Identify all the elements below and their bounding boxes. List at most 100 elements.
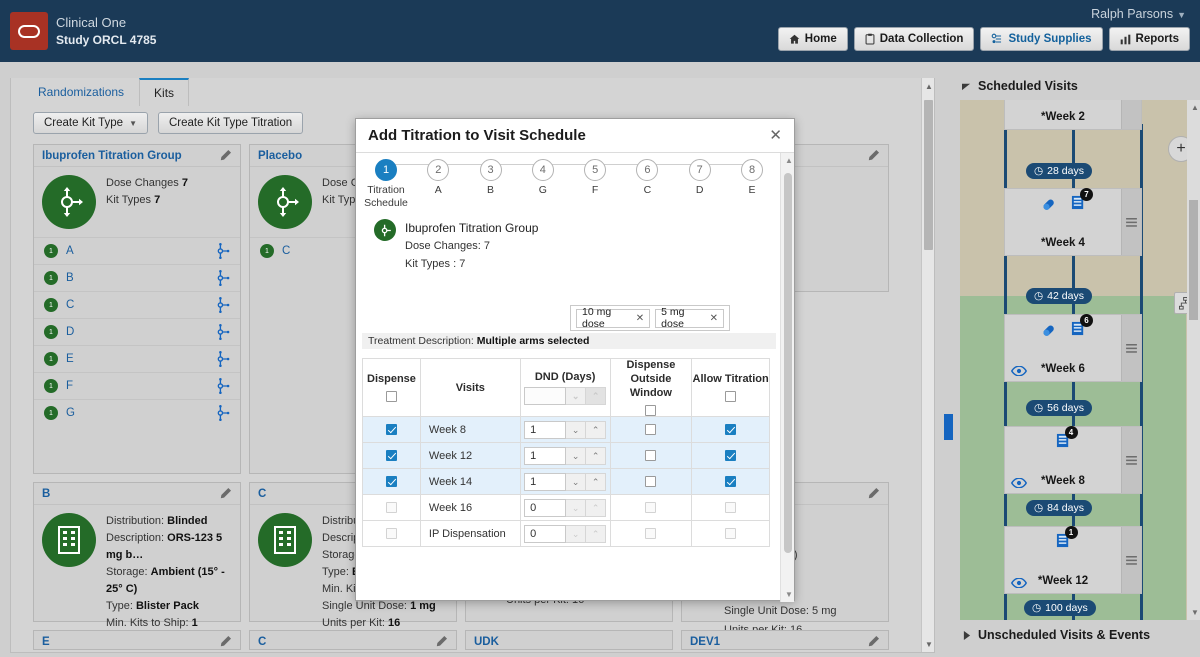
dnd-increment-icon[interactable]: ⌃	[586, 524, 607, 543]
wizard-step-7[interactable]: 7D	[674, 159, 726, 197]
nav-home-button[interactable]: Home	[777, 27, 848, 51]
collapse-triangle-icon[interactable]	[962, 82, 971, 91]
dnd-stepper[interactable]: 0 ⌄ ⌃	[521, 498, 610, 517]
card-kit-b[interactable]: B Distribution: Blinded Description: ORS-…	[33, 482, 241, 652]
edit-pencil-icon[interactable]	[219, 635, 232, 648]
visit-node-week-2[interactable]: *Week 2	[1004, 100, 1142, 130]
dose-chip[interactable]: 5 mg dose ✕	[655, 306, 724, 330]
wizard-step-6[interactable]: 6C	[621, 159, 673, 197]
wizard-step-3[interactable]: 3B	[465, 159, 517, 197]
wizard-step-1[interactable]: 1 Titration Schedule	[360, 159, 412, 209]
nav-reports-button[interactable]: Reports	[1108, 27, 1190, 51]
allow-titration-checkbox[interactable]	[725, 476, 737, 488]
remove-chip-icon[interactable]: ✕	[636, 313, 644, 324]
dnd-decrement-icon[interactable]: ⌄	[566, 420, 587, 439]
table-row[interactable]: Week 16 0 ⌄ ⌃	[362, 494, 770, 522]
dnd-decrement-icon[interactable]: ⌄	[566, 472, 587, 491]
scroll-down-arrow-icon[interactable]: ▼	[925, 640, 933, 649]
edit-pencil-icon[interactable]	[219, 149, 232, 162]
drag-handle-icon[interactable]	[1121, 315, 1141, 381]
dnd-input[interactable]: 0	[524, 524, 567, 543]
dnd-increment-icon[interactable]: ⌃	[586, 446, 607, 465]
dnd-increment-icon[interactable]: ⌃	[586, 420, 607, 439]
dnd-input[interactable]: 1	[524, 420, 567, 439]
wizard-step-2[interactable]: 2A	[412, 159, 464, 197]
dnd-increment-icon[interactable]: ⌃	[586, 498, 607, 517]
titration-branch-icon[interactable]	[214, 378, 230, 394]
pill-icon[interactable]	[1040, 196, 1057, 213]
scrollbar-thumb[interactable]	[1189, 200, 1198, 320]
tab-kits[interactable]: Kits	[139, 78, 190, 106]
create-kit-type-titration-button[interactable]: Create Kit Type Titration	[157, 112, 304, 134]
dnd-decrement-icon[interactable]: ⌄	[566, 386, 587, 405]
clipboard-badge-wrap[interactable]: 1	[1056, 526, 1078, 552]
arm-row[interactable]: 1G	[34, 399, 240, 426]
dnd-decrement-icon[interactable]: ⌄	[566, 498, 587, 517]
dnd-stepper[interactable]: 1 ⌄ ⌃	[521, 446, 610, 465]
drag-handle-icon[interactable]	[1121, 527, 1141, 593]
dispense-checkbox[interactable]	[385, 476, 397, 488]
edit-pencil-icon[interactable]	[867, 487, 880, 500]
card-ibuprofen-titration-group[interactable]: Ibuprofen Titration Group Dose Changes 7	[33, 144, 241, 474]
visit-node-week-4[interactable]: 7 *Week 4	[1004, 188, 1142, 256]
clipboard-badge-wrap[interactable]: 4	[1056, 426, 1078, 452]
create-kit-type-button[interactable]: Create Kit Type ▼	[33, 112, 148, 134]
visit-node-week-8[interactable]: 4 *Week 8	[1004, 426, 1142, 494]
card-partial-e[interactable]: E	[33, 630, 241, 650]
titration-branch-icon[interactable]	[214, 243, 230, 259]
outside-window-checkbox[interactable]	[645, 424, 657, 436]
scroll-down-arrow-icon[interactable]: ▼	[1191, 608, 1199, 617]
nav-data-collection-button[interactable]: Data Collection	[853, 27, 975, 51]
scroll-up-arrow-icon[interactable]: ▲	[785, 156, 793, 165]
arm-row[interactable]: 1B	[34, 264, 240, 291]
outside-window-header-checkbox[interactable]	[645, 404, 657, 416]
allow-titration-header-checkbox[interactable]	[725, 390, 737, 402]
dnd-stepper[interactable]: 1 ⌄ ⌃	[521, 420, 610, 439]
edit-pencil-icon[interactable]	[867, 149, 880, 162]
dispense-header-checkbox[interactable]	[385, 390, 397, 402]
modal-scrollbar[interactable]: ▲ ▼	[780, 153, 794, 602]
dnd-stepper[interactable]: 1 ⌄ ⌃	[521, 472, 610, 491]
card-partial-c[interactable]: C	[249, 630, 457, 650]
expand-triangle-icon[interactable]	[963, 630, 971, 640]
titration-branch-icon[interactable]	[214, 297, 230, 313]
dnd-input[interactable]: 1	[524, 472, 567, 491]
allow-titration-checkbox[interactable]	[725, 450, 737, 462]
edit-pencil-icon[interactable]	[867, 635, 880, 648]
dnd-decrement-icon[interactable]: ⌄	[566, 446, 587, 465]
arm-row[interactable]: 1A	[34, 237, 240, 264]
dispense-checkbox[interactable]	[385, 450, 397, 462]
visit-panel-scrollbar[interactable]: ▲ ▼	[1187, 100, 1200, 620]
scheduled-visits-header[interactable]: Scheduled Visits	[952, 74, 1200, 98]
dispense-checkbox[interactable]	[385, 424, 397, 436]
drag-handle-icon[interactable]	[1121, 427, 1141, 493]
remove-chip-icon[interactable]: ✕	[710, 313, 718, 324]
scrollbar-thumb[interactable]	[924, 100, 933, 250]
dnd-header-input[interactable]	[524, 386, 567, 405]
dose-chip-field[interactable]: 10 mg dose ✕ 5 mg dose ✕	[570, 305, 730, 331]
titration-branch-icon[interactable]	[214, 324, 230, 340]
table-row[interactable]: IP Dispensation 0 ⌄ ⌃	[362, 520, 770, 548]
scroll-down-arrow-icon[interactable]: ▼	[785, 590, 793, 599]
allow-titration-checkbox[interactable]	[725, 424, 737, 436]
dnd-increment-icon[interactable]: ⌃	[586, 386, 607, 405]
scroll-up-arrow-icon[interactable]: ▲	[1191, 103, 1199, 112]
tab-randomizations[interactable]: Randomizations	[23, 78, 139, 106]
clipboard-badge-wrap[interactable]: 6	[1071, 314, 1093, 340]
dnd-input[interactable]: 1	[524, 446, 567, 465]
edit-pencil-icon[interactable]	[435, 635, 448, 648]
wizard-step-4[interactable]: 4G	[517, 159, 569, 197]
card-partial-dev1[interactable]: DEV1	[681, 630, 889, 650]
kits-pane-scrollbar[interactable]: ▲ ▼	[921, 78, 934, 652]
arm-row[interactable]: 1C	[34, 291, 240, 318]
edit-pencil-icon[interactable]	[219, 487, 232, 500]
dnd-increment-icon[interactable]: ⌃	[586, 472, 607, 491]
visit-node-week-6[interactable]: 6 *Week 6	[1004, 314, 1142, 382]
wizard-step-5[interactable]: 5F	[569, 159, 621, 197]
dnd-stepper[interactable]: 0 ⌄ ⌃	[521, 524, 610, 543]
outside-window-checkbox[interactable]	[645, 450, 657, 462]
titration-branch-icon[interactable]	[214, 351, 230, 367]
user-menu[interactable]: Ralph Parsons ▼	[1091, 7, 1186, 21]
titration-branch-icon[interactable]	[214, 405, 230, 421]
clipboard-badge-wrap[interactable]: 7	[1071, 188, 1093, 214]
